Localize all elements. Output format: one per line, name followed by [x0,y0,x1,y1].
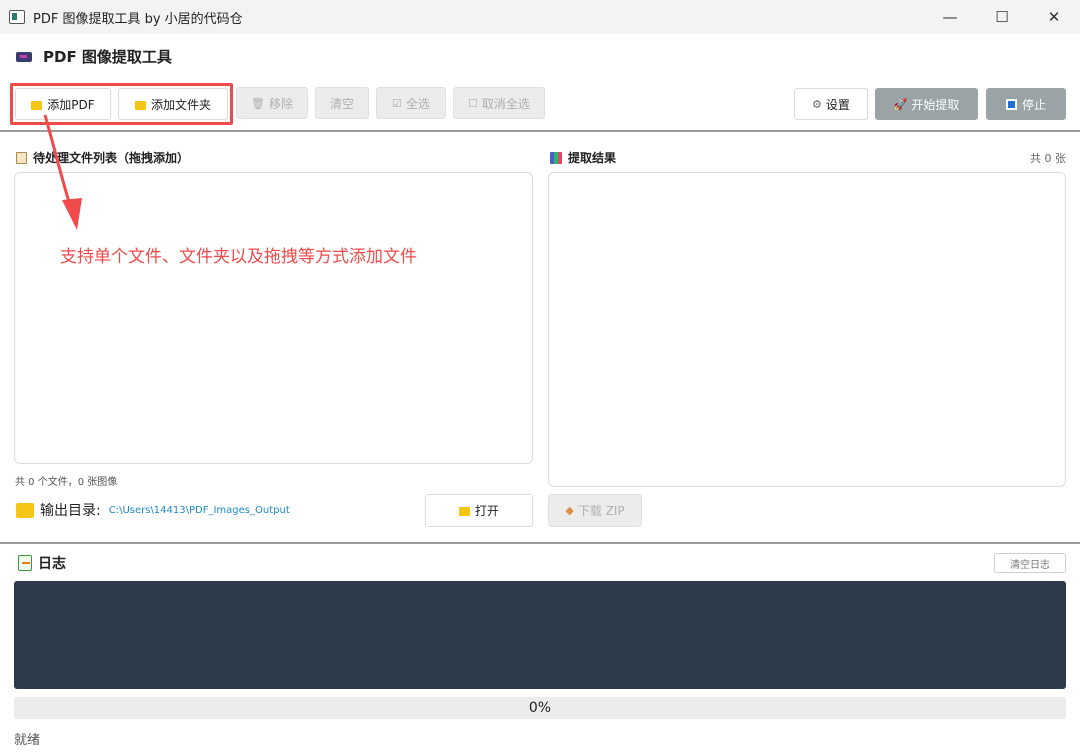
annotation-text: 支持单个文件、文件夹以及拖拽等方式添加文件 [60,247,417,267]
annotation-arrow [43,114,82,230]
